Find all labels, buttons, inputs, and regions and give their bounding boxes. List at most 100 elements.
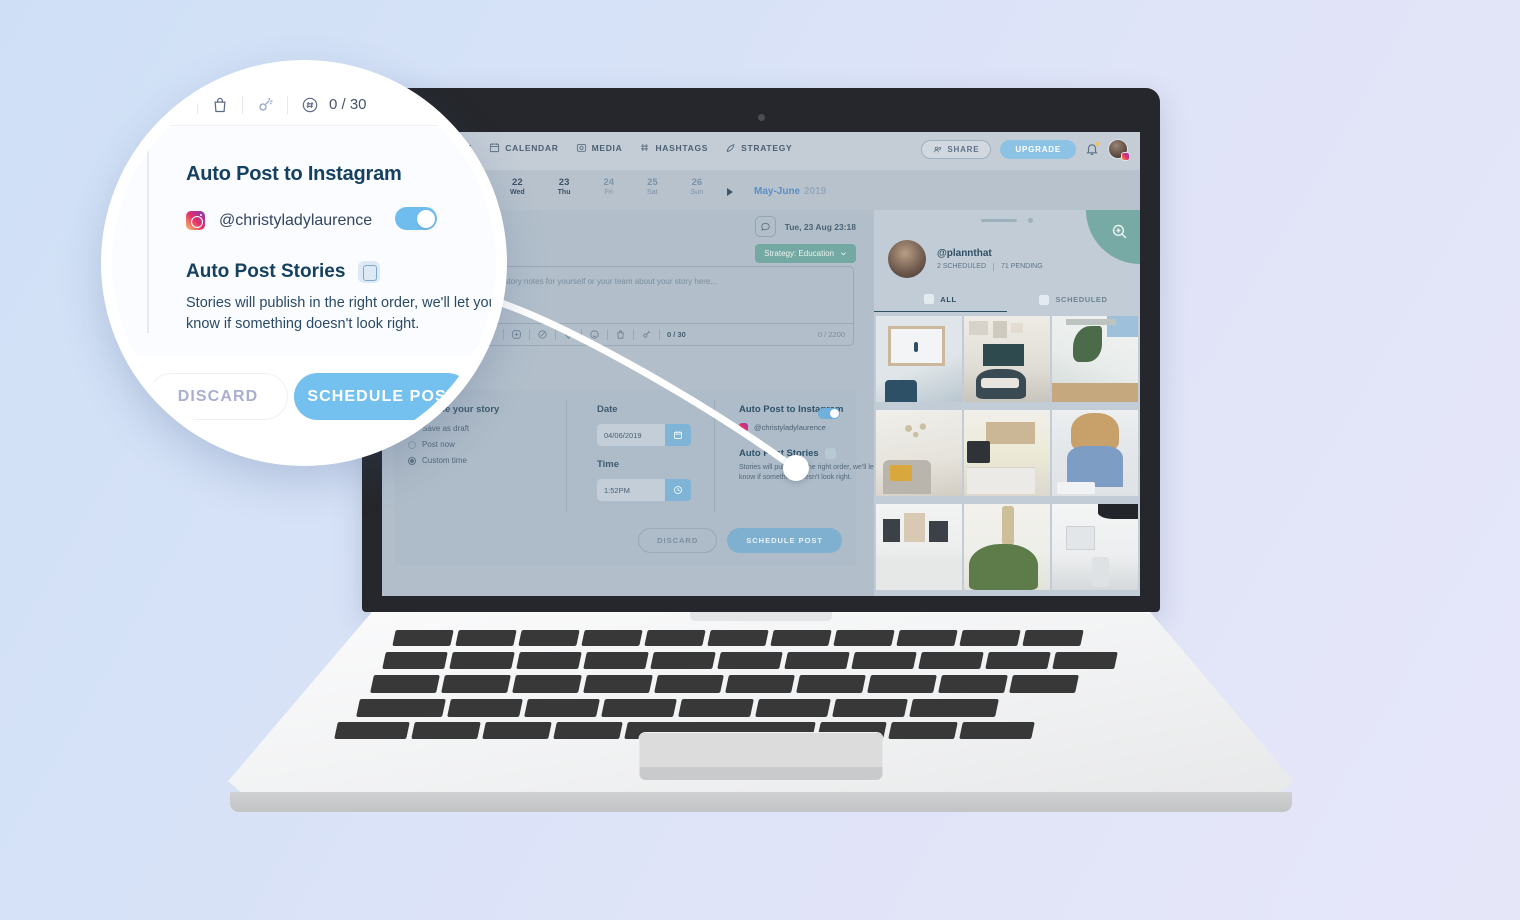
story-notes-box[interactable]: Add story notes for yourself or your tea… [476, 266, 854, 346]
phone-tabs: ALL SCHEDULED [874, 294, 1140, 312]
location-pin-icon[interactable] [563, 329, 574, 340]
radio-icon-selected [408, 456, 416, 465]
month-label: May-June [754, 186, 801, 197]
emoji-icon[interactable] [165, 95, 185, 115]
grid-cell[interactable] [1052, 316, 1138, 402]
divider [633, 329, 634, 340]
magnified-handle: @christyladylaurence [219, 211, 373, 229]
media-grid [874, 316, 1140, 596]
chevron-down-icon [841, 252, 846, 256]
emoji-icon[interactable] [589, 329, 600, 340]
nav-item-calendar[interactable]: CALENDAR [489, 142, 558, 153]
pointer-end-dot [783, 455, 809, 481]
nav-item-strategy[interactable]: STRATEGY [725, 142, 792, 153]
avatar[interactable] [1108, 139, 1130, 161]
strategy-dropdown[interactable]: Strategy: Education [755, 244, 856, 263]
key [678, 699, 754, 717]
nav-item-media[interactable]: MEDIA [576, 142, 623, 153]
magnified-autopost-section: Auto Post to Instagram @christyladylaure… [112, 127, 496, 356]
date-dow: Wed [510, 188, 525, 196]
laptop-base [228, 612, 1294, 812]
link-off-icon[interactable] [255, 95, 275, 115]
key [896, 630, 958, 646]
key [985, 652, 1051, 669]
discard-label: DISCARD [657, 536, 699, 545]
key [455, 630, 517, 646]
datetime-column: Date 04/06/2019 Time 1:52PM [597, 404, 707, 514]
grid-cell[interactable] [1052, 410, 1138, 496]
date-label: Date [597, 404, 618, 415]
grid-cell[interactable] [876, 316, 962, 402]
comment-icon[interactable] [754, 216, 776, 237]
date-cell[interactable]: 22 Wed [510, 177, 525, 198]
toggle-knob [416, 209, 435, 228]
tab-scheduled[interactable]: SCHEDULED [1007, 294, 1140, 312]
key [392, 630, 454, 646]
grid-cell[interactable] [876, 504, 962, 590]
date-field[interactable]: 04/06/2019 [597, 424, 691, 446]
shopping-bag-icon[interactable] [615, 329, 626, 340]
notification-bell-icon[interactable] [1085, 142, 1099, 156]
grid-cell[interactable] [876, 410, 962, 496]
zoom-in-button[interactable] [1086, 210, 1140, 264]
divider [714, 400, 715, 512]
webcam-icon [757, 114, 765, 121]
divider [566, 400, 567, 512]
trackpad[interactable] [639, 733, 883, 780]
key [524, 699, 600, 717]
nav-label: CALENDAR [505, 142, 559, 153]
stories-title: Auto Post Stories [739, 448, 819, 459]
grid-cell[interactable] [964, 410, 1050, 496]
next-week-arrow-icon[interactable] [727, 188, 733, 196]
date-cell[interactable]: 26 Sun [691, 177, 703, 198]
scheduled-count: 2 SCHEDULED [937, 263, 987, 270]
date-cell[interactable]: 24 Fri [603, 177, 614, 198]
key [888, 722, 958, 739]
key [553, 722, 623, 739]
upgrade-button[interactable]: UPGRADE [1000, 139, 1076, 159]
date-cell-selected[interactable]: 23 Thu [558, 177, 571, 198]
date-dow: Sat [647, 188, 658, 196]
tab-all[interactable]: ALL [874, 294, 1007, 312]
editor-header-actions: Tue, 23 Aug 23:18 [754, 216, 856, 237]
magnified-autopost-toggle[interactable] [395, 207, 437, 230]
grid-cell[interactable] [964, 504, 1050, 590]
radio-custom-time[interactable]: Custom time [408, 456, 558, 465]
magnified-schedule-post-button[interactable]: SCHEDULE POST [294, 373, 471, 420]
link-off-icon[interactable] [641, 329, 652, 340]
autopost-toggle[interactable] [818, 408, 840, 419]
clock-icon[interactable] [665, 479, 691, 501]
tab-label: ALL [940, 294, 957, 304]
divider [555, 329, 556, 340]
hashtags-icon [641, 144, 649, 151]
profile-header: @plannthat 2 SCHEDULED 71 PENDING [888, 240, 1043, 278]
time-field[interactable]: 1:52PM [597, 479, 691, 501]
profile-avatar[interactable] [888, 240, 926, 278]
date-number: 22 [512, 177, 523, 188]
tag-product-icon[interactable] [537, 329, 548, 340]
key [867, 675, 937, 693]
key [650, 652, 716, 669]
grid-cell[interactable] [964, 316, 1050, 402]
add-circle-icon[interactable] [511, 329, 522, 340]
grid-cell[interactable] [1052, 504, 1138, 590]
hashtag-icon[interactable] [300, 95, 320, 115]
key [644, 630, 706, 646]
key [959, 722, 1035, 739]
tab-label: SCHEDULED [1055, 295, 1108, 304]
nav-item-hashtags[interactable]: HASHTAGS [639, 142, 708, 153]
calendar-icon[interactable] [665, 424, 691, 446]
share-button[interactable]: SHARE [921, 139, 992, 159]
key [482, 722, 552, 739]
key [938, 675, 1008, 693]
year-label: 2019 [804, 186, 827, 197]
speaker-bar [981, 219, 1017, 222]
magnified-discard-button[interactable]: DISCARD [148, 373, 288, 420]
refresh-icon[interactable]: ↻ [441, 95, 454, 115]
schedule-post-button[interactable]: SCHEDULE POST [727, 528, 842, 553]
date-number: 26 [691, 177, 703, 188]
date-cell[interactable]: 25 Sat [647, 177, 658, 198]
keyboard-row [382, 652, 1123, 669]
discard-button[interactable]: DISCARD [638, 528, 718, 553]
shopping-bag-icon[interactable] [210, 95, 230, 115]
